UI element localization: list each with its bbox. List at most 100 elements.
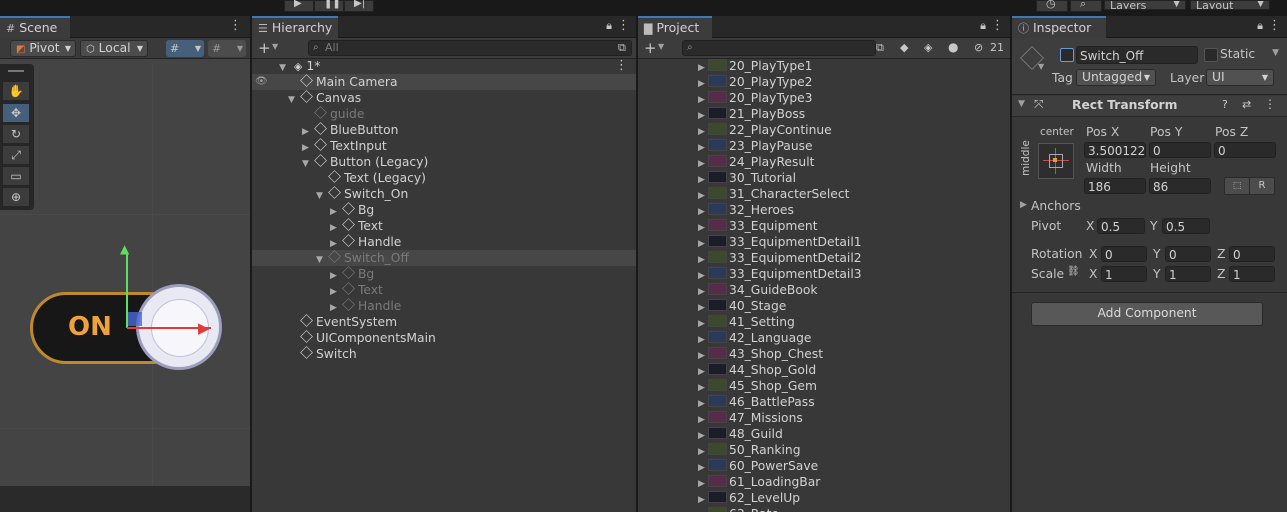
blueprint-mode-button[interactable]: ⬚ — [1224, 177, 1250, 195]
project-item[interactable]: ▶ 62_LevelUp — [638, 490, 1010, 506]
layer-dropdown[interactable]: UI ▼ — [1206, 69, 1274, 86]
hierarchy-item[interactable]: ▶ Handle — [252, 298, 636, 314]
hierarchy-item[interactable]: Switch — [252, 346, 636, 362]
hierarchy-item[interactable]: ▼ Switch_Off — [252, 250, 636, 266]
hierarchy-item[interactable]: ▶ Handle — [252, 234, 636, 250]
static-checkbox[interactable] — [1204, 48, 1218, 62]
kebab-menu-icon[interactable]: ⋮ — [615, 58, 628, 74]
presets-icon[interactable]: ⇄ — [1242, 98, 1251, 111]
hand-tool[interactable]: ✋ — [3, 82, 29, 100]
tab-project[interactable]: ▇ Project — [638, 16, 712, 38]
project-item[interactable]: ▶ 33_Equipment — [638, 218, 1010, 234]
hierarchy-item[interactable]: UIComponentsMain — [252, 330, 636, 346]
scale-tool[interactable]: ⤢ — [3, 146, 29, 164]
project-item[interactable]: ▶ 61_LoadingBar — [638, 474, 1010, 490]
project-item[interactable]: ▶ 44_Shop_Gold — [638, 362, 1010, 378]
project-item[interactable]: ▶ 45_Shop_Gem — [638, 378, 1010, 394]
project-item[interactable]: ▶ 46_BattlePass — [638, 394, 1010, 410]
tag-dropdown[interactable]: Untagged ▼ — [1076, 69, 1156, 86]
hierarchy-search-input[interactable]: ⌕ All — [308, 40, 632, 56]
project-item[interactable]: ▶ 33_EquipmentDetail1 — [638, 234, 1010, 250]
anchors-foldout[interactable]: Anchors — [1031, 199, 1081, 213]
scene-search-icon[interactable]: ⧉ — [618, 41, 626, 55]
chevron-right-icon[interactable]: ▶ — [698, 508, 708, 512]
search-button[interactable]: ⌕ — [1070, 0, 1102, 12]
hierarchy-item[interactable]: 👁︎ Main Camera — [252, 74, 636, 90]
project-item[interactable]: ▶ 63_Rate — [638, 506, 1010, 512]
kebab-menu-icon[interactable]: ⋮ — [229, 18, 242, 33]
hierarchy-item[interactable]: ▼ Button (Legacy) — [252, 154, 636, 170]
step-button[interactable]: ▶| — [344, 0, 374, 12]
help-icon[interactable]: ? — [1222, 98, 1228, 111]
pos-z-field[interactable]: 0 — [1214, 142, 1276, 158]
pivot-x-field[interactable]: 0.5 — [1097, 218, 1145, 234]
project-item[interactable]: ▶ 41_Setting — [638, 314, 1010, 330]
project-item[interactable]: ▶ 20_PlayType2 — [638, 74, 1010, 90]
filter-type-icon[interactable]: ◆ — [900, 41, 908, 54]
hierarchy-item[interactable]: Text (Legacy) — [252, 170, 636, 186]
hierarchy-item[interactable]: guide — [252, 106, 636, 122]
grid-snap-toggle[interactable]: # ▼ — [166, 40, 204, 57]
project-item[interactable]: ▶ 24_PlayResult — [638, 154, 1010, 170]
drag-handle[interactable] — [8, 70, 24, 72]
anchor-presets-button[interactable] — [1038, 143, 1074, 179]
lock-icon[interactable]: 🔒︎ — [1257, 19, 1263, 33]
raw-edit-button[interactable]: R — [1249, 177, 1275, 195]
hierarchy-item[interactable]: ▶ Text — [252, 218, 636, 234]
hidden-packages-icon[interactable]: ⊘ — [974, 41, 983, 54]
rotate-tool[interactable]: ↻ — [3, 125, 29, 143]
xy-plane-handle[interactable] — [128, 312, 142, 326]
object-name-field[interactable]: Switch_Off — [1076, 46, 1198, 64]
kebab-menu-icon[interactable]: ⋮ — [617, 18, 630, 33]
link-icon[interactable]: ⛓ — [1067, 266, 1080, 277]
search-by-scene-icon[interactable]: ⧉ — [876, 41, 884, 55]
hierarchy-item[interactable]: ▼ Switch_On — [252, 186, 636, 202]
warning-icon[interactable]: ● — [948, 40, 958, 54]
rect-tool[interactable]: ▭ — [3, 167, 29, 185]
layout-dropdown[interactable]: Layout ▼ — [1190, 0, 1270, 10]
project-item[interactable]: ▶ 34_GuideBook — [638, 282, 1010, 298]
play-button[interactable]: ▶ — [284, 0, 314, 12]
scale-y-field[interactable]: 1 — [1165, 266, 1211, 282]
project-item[interactable]: ▶ 48_Guild — [638, 426, 1010, 442]
pos-y-field[interactable]: 0 — [1149, 142, 1211, 158]
history-button[interactable]: ◷ — [1036, 0, 1068, 12]
kebab-menu-icon[interactable]: ⋮ — [1268, 18, 1281, 33]
project-search-input[interactable]: ⌕ — [682, 40, 876, 56]
hierarchy-item[interactable]: ▶ BlueButton — [252, 122, 636, 138]
layers-dropdown[interactable]: Layers ▼ — [1104, 0, 1186, 10]
project-item[interactable]: ▶ 43_Shop_Chest — [638, 346, 1010, 362]
project-item[interactable]: ▶ 23_PlayPause — [638, 138, 1010, 154]
pause-button[interactable]: ❚❚ — [314, 0, 344, 12]
rotation-x-field[interactable]: 0 — [1101, 246, 1147, 262]
project-item[interactable]: ▶ 47_Missions — [638, 410, 1010, 426]
project-item[interactable]: ▶ 20_PlayType1 — [638, 58, 1010, 74]
pivot-y-field[interactable]: 0.5 — [1162, 218, 1210, 234]
active-checkbox[interactable] — [1060, 48, 1074, 62]
label-icon[interactable]: ◈ — [924, 41, 932, 54]
transform-tool[interactable]: ⊕ — [3, 188, 29, 206]
scale-z-field[interactable]: 1 — [1229, 266, 1275, 282]
project-item[interactable]: ▶ 21_PlayBoss — [638, 106, 1010, 122]
add-object-button[interactable]: + — [258, 39, 271, 57]
pos-x-field[interactable]: 3.500122 — [1084, 142, 1146, 158]
kebab-menu-icon[interactable]: ⋮ — [1264, 97, 1276, 111]
project-item[interactable]: ▶ 42_Language — [638, 330, 1010, 346]
tab-scene[interactable]: # Scene — [0, 16, 70, 38]
project-item[interactable]: ▶ 33_EquipmentDetail2 — [638, 250, 1010, 266]
tab-hierarchy[interactable]: ☰ Hierarchy — [252, 16, 338, 38]
rotation-z-field[interactable]: 0 — [1229, 246, 1275, 262]
local-dropdown[interactable]: ⬡ Local ▼ — [80, 40, 148, 57]
width-field[interactable]: 186 — [1084, 178, 1146, 194]
kebab-menu-icon[interactable]: ⋮ — [991, 18, 1004, 33]
project-item[interactable]: ▶ 60_PowerSave — [638, 458, 1010, 474]
visibility-eye-icon[interactable]: 👁︎ — [255, 74, 268, 90]
project-item[interactable]: ▶ 20_PlayType3 — [638, 90, 1010, 106]
add-component-button[interactable]: Add Component — [1031, 302, 1263, 326]
project-item[interactable]: ▶ 22_PlayContinue — [638, 122, 1010, 138]
lock-icon[interactable]: 🔒︎ — [980, 19, 986, 33]
increment-snap-toggle[interactable]: # ▼ — [208, 40, 246, 57]
create-asset-button[interactable]: + — [644, 39, 657, 57]
tab-inspector[interactable]: ⓘ Inspector — [1012, 16, 1106, 38]
project-item[interactable]: ▶ 30_Tutorial — [638, 170, 1010, 186]
